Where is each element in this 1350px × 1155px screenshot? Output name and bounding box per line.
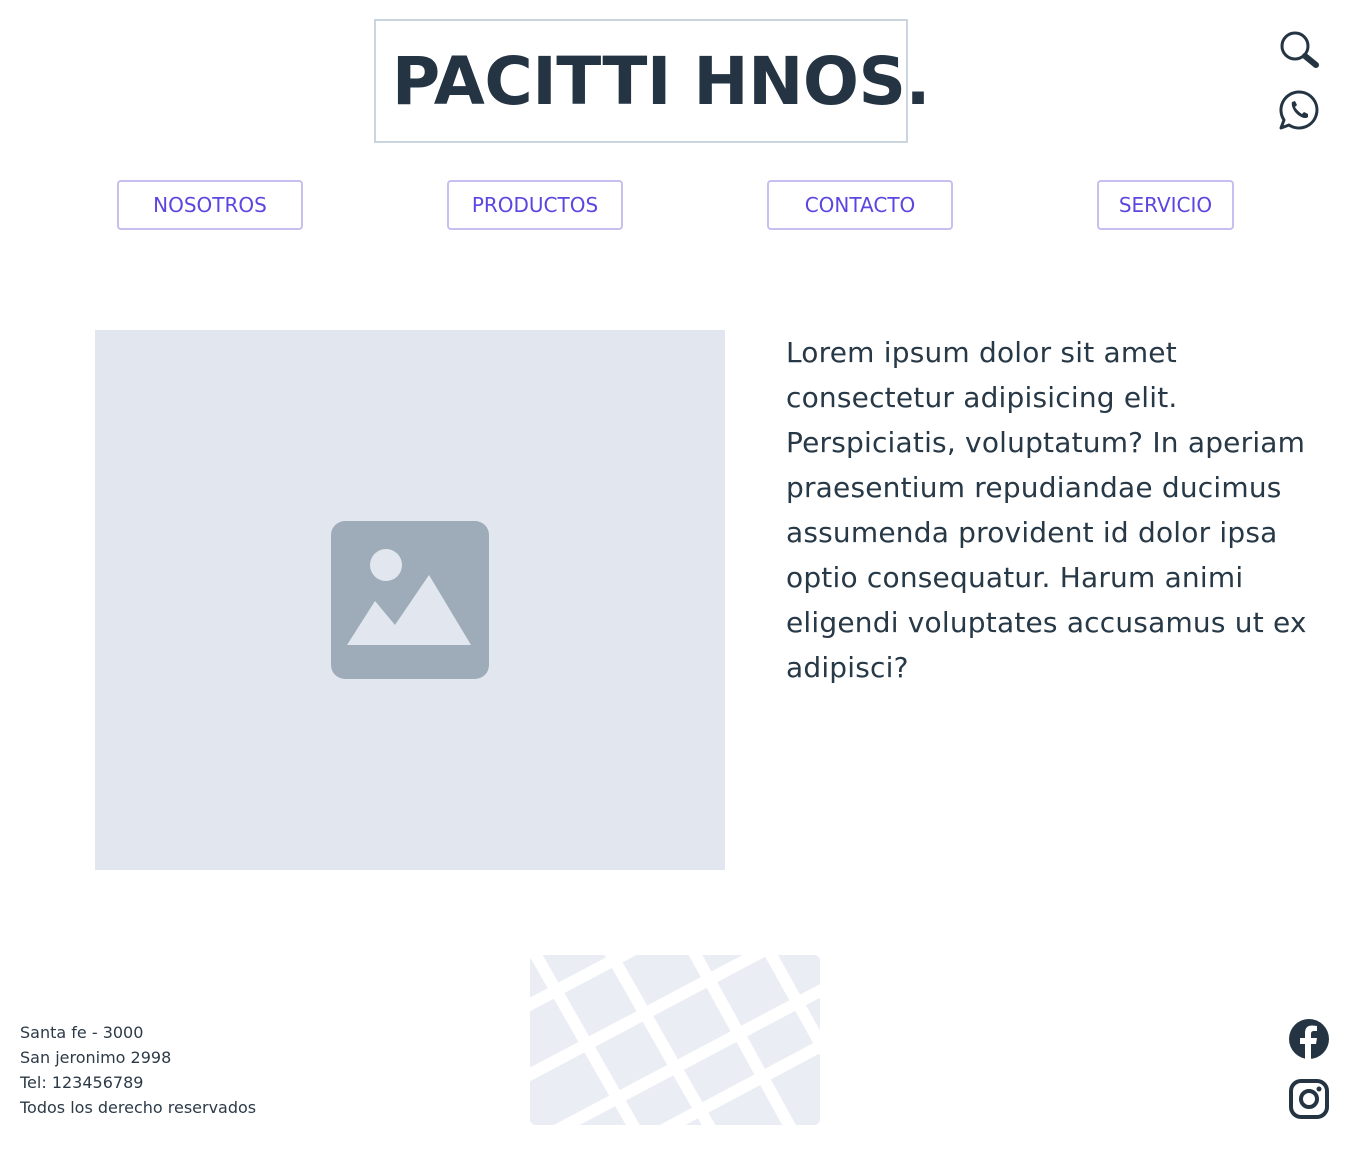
instagram-icon[interactable] xyxy=(1288,1078,1330,1120)
nav-button-contacto[interactable]: CONTACTO xyxy=(767,180,953,230)
nav-button-productos[interactable]: PRODUCTOS xyxy=(447,180,623,230)
footer-copyright: Todos los derecho reservados xyxy=(20,1098,257,1117)
intro-paragraph: Lorem ipsum dolor sit amet consectetur a… xyxy=(786,336,1307,684)
footer-phone: Tel: 123456789 xyxy=(20,1073,144,1092)
map-placeholder[interactable] xyxy=(530,955,820,1125)
logo-text: PACITTI HNOS. xyxy=(391,42,931,120)
logo-box[interactable]: PACITTI HNOS. xyxy=(374,19,931,143)
whatsapp-icon[interactable] xyxy=(1278,89,1320,131)
facebook-icon[interactable] xyxy=(1288,1018,1330,1060)
footer-address-line-2: San jeronimo 2998 xyxy=(20,1048,172,1067)
footer-address-line: Santa fe - 3000 xyxy=(20,1023,144,1042)
image-placeholder-icon xyxy=(331,521,489,679)
nav-button-servicio[interactable]: SERVICIO xyxy=(1097,180,1234,230)
nav-button-nosotros[interactable]: NOSOTROS xyxy=(117,180,303,230)
footer-info: Santa fe - 3000 San jeronimo 2998 Tel: 1… xyxy=(20,1020,256,1120)
search-icon[interactable] xyxy=(1278,29,1320,71)
hero-image-placeholder xyxy=(95,330,725,870)
